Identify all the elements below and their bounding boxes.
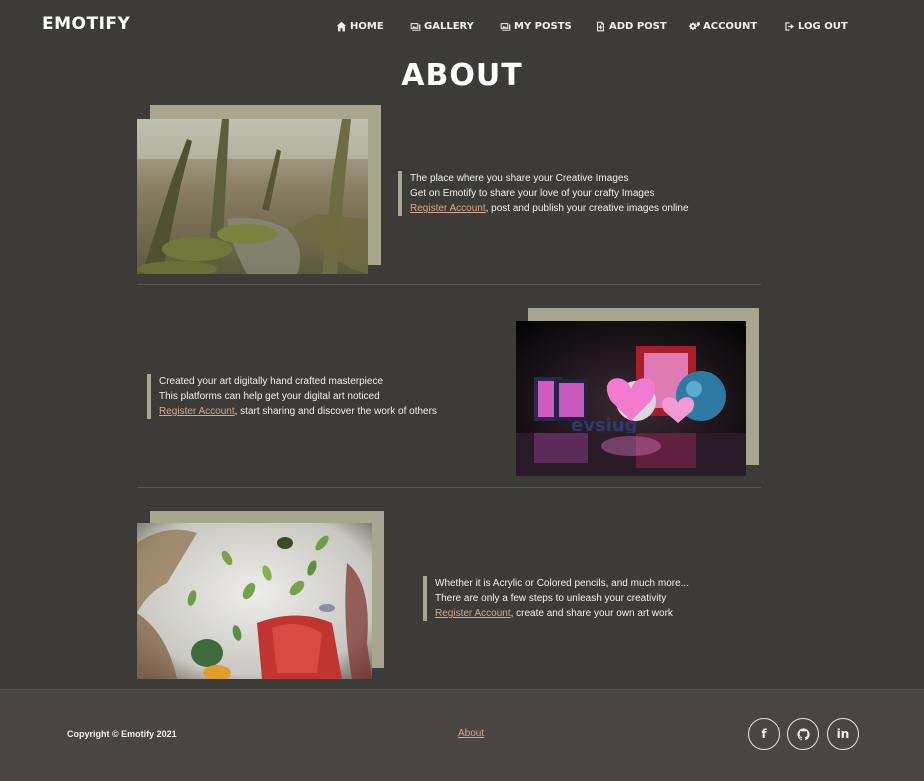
nav-my-posts[interactable]: MY POSTS — [500, 18, 572, 34]
logout-icon — [785, 21, 794, 31]
nav-home-label: HOME — [350, 20, 384, 32]
about-text-2-line2: This platforms can help get your digital… — [159, 391, 380, 402]
nav-my-posts-label: MY POSTS — [514, 20, 572, 32]
my-posts-icon — [500, 22, 511, 31]
about-text-1: The place where you share your Creative … — [398, 171, 689, 216]
nav-add-post-label: ADD POST — [609, 20, 667, 32]
nav-gallery[interactable]: GALLERY — [410, 18, 474, 34]
nav-log-out-label: LOG OUT — [798, 20, 848, 32]
about-text-3-line3: Register Account, create and share your … — [435, 606, 689, 621]
home-icon — [336, 21, 347, 31]
nav-gallery-label: GALLERY — [424, 20, 474, 32]
facebook-button[interactable]: f — [748, 718, 780, 750]
register-account-link[interactable]: Register Account — [159, 406, 235, 417]
nav-add-post[interactable]: ADD POST — [595, 18, 667, 34]
brand-logo[interactable]: EMOTIFY — [42, 14, 130, 34]
footer-about-link[interactable]: About — [458, 728, 484, 739]
about-text-3-line2: There are only a few steps to unleash yo… — [435, 593, 667, 604]
linkedin-button[interactable]: in — [827, 718, 859, 750]
about-text-3: Whether it is Acrylic or Colored pencils… — [423, 576, 689, 621]
page-title: ABOUT — [401, 58, 523, 93]
svg-text:evsiug: evsiug — [571, 415, 638, 436]
facebook-icon: f — [761, 727, 767, 741]
about-text-2-tail: , start sharing and discover the work of… — [234, 406, 437, 417]
register-account-link[interactable]: Register Account — [435, 608, 511, 619]
copyright-text: Copyright © Emotify 2021 — [67, 729, 177, 739]
nav-log-out[interactable]: LOG OUT — [784, 18, 848, 34]
nav-home[interactable]: HOME — [336, 18, 384, 34]
about-text-3-tail: , create and share your own art work — [510, 608, 673, 619]
about-text-1-tail: , post and publish your creative images … — [485, 203, 689, 214]
github-icon — [796, 727, 810, 740]
about-text-3-line1: Whether it is Acrylic or Colored pencils… — [435, 578, 689, 589]
gears-icon — [689, 21, 700, 30]
register-account-link[interactable]: Register Account — [410, 203, 486, 214]
digital-art-render: evsiug — [516, 321, 746, 476]
section-divider — [137, 487, 761, 488]
nav-account[interactable]: ACCOUNT — [689, 18, 757, 34]
gallery-icon — [410, 22, 421, 31]
about-text-2: Created your art digitally hand crafted … — [147, 374, 437, 419]
github-button[interactable] — [787, 718, 819, 750]
forest-photo — [137, 119, 368, 274]
painting-photo — [137, 523, 372, 679]
nav-account-label: ACCOUNT — [703, 20, 758, 32]
about-text-1-line1: The place where you share your Creative … — [410, 173, 629, 184]
section-divider — [137, 284, 761, 285]
navbar: EMOTIFY HOME GALLERY MY POSTS ADD POST A… — [0, 0, 924, 50]
about-text-2-line3: Register Account, start sharing and disc… — [159, 404, 437, 419]
about-text-1-line3: Register Account, post and publish your … — [410, 201, 689, 216]
about-text-1-line2: Get on Emotify to share your love of you… — [410, 188, 655, 199]
footer: Copyright © Emotify 2021 About f in — [0, 689, 924, 781]
linkedin-icon: in — [836, 727, 850, 741]
about-text-2-line1: Created your art digitally hand crafted … — [159, 376, 384, 387]
add-post-icon — [597, 21, 604, 31]
